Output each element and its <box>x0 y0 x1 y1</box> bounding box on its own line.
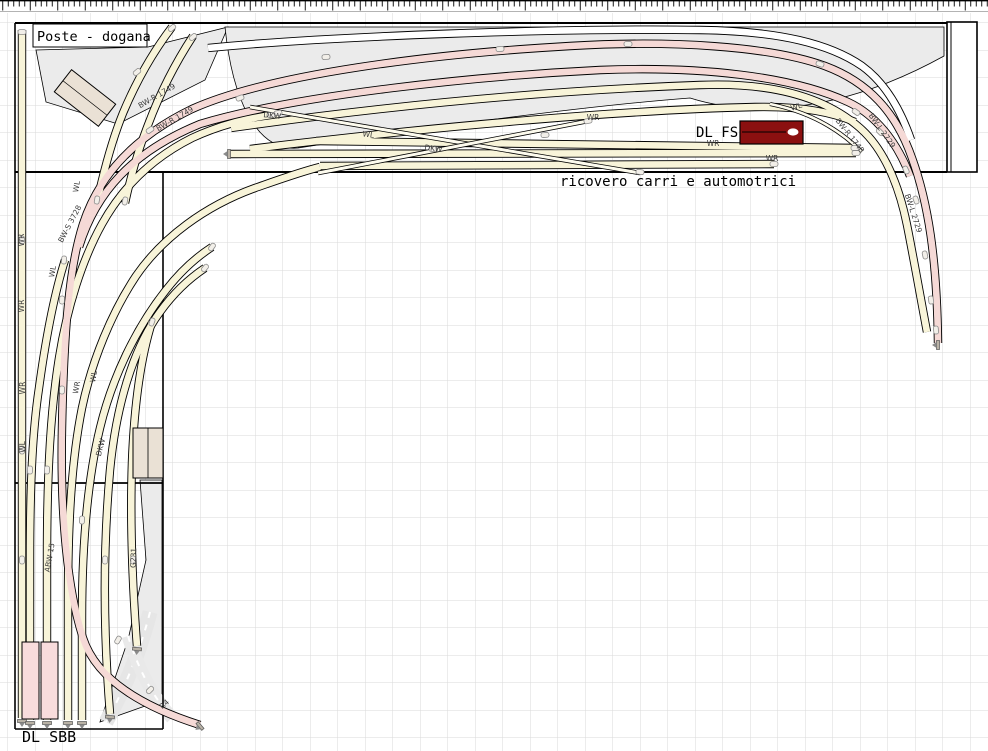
track-label: WR <box>18 382 27 395</box>
dl-sbb-label: DL SBB <box>22 728 76 746</box>
dl-sbb-shed-2[interactable] <box>41 642 58 719</box>
rail-joint-handle[interactable] <box>20 556 25 564</box>
track-label: WR <box>766 154 779 163</box>
rail-joint-handle[interactable] <box>541 132 549 137</box>
rail-joint-handle[interactable] <box>928 296 934 305</box>
rail-joint-handle[interactable] <box>60 386 65 394</box>
dl-sbb-shed-1[interactable] <box>22 642 39 719</box>
rail-joint-handle[interactable] <box>624 42 632 47</box>
track-label: DKW <box>263 110 282 121</box>
shed-end-marker <box>788 128 799 135</box>
track-label: WL <box>362 129 376 140</box>
dl-fs-label: DL FS <box>696 125 738 141</box>
track-plan-drawing[interactable]: WRWRWRWLWLDKWDKWWRWRWRWLWLWLWRWLDKWABW-1… <box>0 0 988 751</box>
rail-joint-handle[interactable] <box>18 30 26 35</box>
poste-dogana-label: Poste - dogana <box>37 29 151 45</box>
rail-joint-handle[interactable] <box>94 196 100 205</box>
ricovero-label: ricovero carri e automotrici <box>560 174 796 190</box>
rail-joint-handle[interactable] <box>496 46 504 51</box>
rail-joint-handle[interactable] <box>102 556 107 564</box>
rail-joint-handle[interactable] <box>28 466 33 474</box>
track-label: WR <box>17 234 26 247</box>
track-label: WR <box>17 300 26 313</box>
track-label: WL <box>18 440 27 452</box>
track-label: G231 <box>129 547 139 568</box>
rail-joint-handle[interactable] <box>45 466 50 474</box>
track-plan-canvas[interactable]: WRWRWRWLWLDKWDKWWRWRWRWLWLWLWRWLDKWABW-1… <box>0 0 988 751</box>
dl-fs-shed[interactable] <box>740 121 803 144</box>
rail-joint-handle[interactable] <box>322 54 330 59</box>
rail-joint-handle[interactable] <box>933 326 938 334</box>
track-label: WR <box>587 113 600 122</box>
rail-joint-handle[interactable] <box>61 256 66 264</box>
rail-joint-handle[interactable] <box>59 296 64 304</box>
rail-joint-handle[interactable] <box>79 516 84 524</box>
ruler <box>0 1 988 12</box>
